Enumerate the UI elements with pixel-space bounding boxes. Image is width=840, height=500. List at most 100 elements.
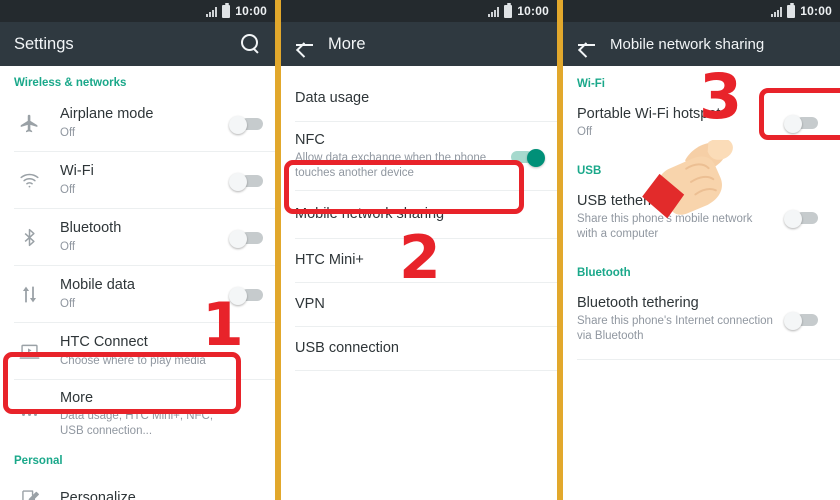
panel-mobile-network-sharing: 10:00 Mobile network sharing Wi-Fi Porta… xyxy=(563,0,840,500)
section-header-wireless: Wireless & networks xyxy=(14,77,127,89)
section-header-bluetooth: Bluetooth xyxy=(577,267,631,280)
mns-action-bar: Mobile network sharing xyxy=(563,22,840,66)
row-subtitle: Share this phone's mobile network with a… xyxy=(577,213,753,241)
panel-settings: 10:00 Settings Wireless & networks Airpl… xyxy=(0,0,275,500)
settings-row-more[interactable]: More Data usage, HTC Mini+, NFC, USB con… xyxy=(0,380,275,448)
section-header-personal: Personal xyxy=(14,455,63,467)
row-title: Personalize xyxy=(60,489,136,500)
more-row-data-usage[interactable]: Data usage xyxy=(281,75,557,121)
row-text: Wi-Fi Off xyxy=(44,153,221,206)
section-header-usb: USB xyxy=(577,165,602,178)
airplane-icon xyxy=(14,113,44,134)
more-dots-icon xyxy=(14,412,44,416)
row-title: HTC Mini+ xyxy=(295,252,364,269)
settings-row-htc-connect[interactable]: HTC Connect Choose where to play media xyxy=(0,323,275,379)
row-title: Airplane mode xyxy=(60,106,154,123)
battery-icon xyxy=(222,2,231,18)
back-arrow-icon[interactable] xyxy=(295,35,314,54)
row-subtitle: Off xyxy=(60,183,76,196)
status-bar: 10:00 xyxy=(563,0,840,22)
search-icon[interactable] xyxy=(241,34,261,54)
row-title: Wi-Fi xyxy=(60,163,94,180)
row-title: Mobile data xyxy=(60,277,135,294)
row-subtitle: Data usage, HTC Mini+, NFC, USB connecti… xyxy=(60,410,214,438)
back-arrow-icon[interactable] xyxy=(577,35,596,54)
htc-connect-icon xyxy=(14,341,44,362)
row-subtitle: Off xyxy=(60,297,76,310)
signal-bars-icon xyxy=(488,6,500,17)
row-text: Personalize xyxy=(44,480,263,500)
panel-more: 10:00 More Data usage NFC Allow data exc… xyxy=(281,0,557,500)
more-row-nfc[interactable]: NFC Allow data exchange when the phone t… xyxy=(281,122,557,190)
row-text: Mobile network sharing xyxy=(295,196,545,232)
settings-row-bluetooth[interactable]: Bluetooth Off xyxy=(0,209,275,265)
row-title: HTC Connect xyxy=(60,334,148,351)
row-text: Mobile data Off xyxy=(44,267,221,320)
settings-row-mobile-data[interactable]: Mobile data Off xyxy=(0,266,275,322)
row-title: Data usage xyxy=(295,89,370,106)
toggle-wifi[interactable] xyxy=(229,172,263,191)
row-title: Bluetooth xyxy=(60,220,122,237)
row-text: Data usage xyxy=(295,80,545,116)
divider xyxy=(577,359,840,361)
toggle-airplane-mode[interactable] xyxy=(229,115,263,134)
settings-action-bar: Settings xyxy=(0,22,275,66)
more-row-usb-connection[interactable]: USB connection xyxy=(281,327,557,370)
status-time: 10:00 xyxy=(517,4,549,18)
row-subtitle: Share this phone's Internet connection v… xyxy=(577,315,773,343)
row-text: NFC Allow data exchange when the phone t… xyxy=(295,122,503,190)
page-title: Settings xyxy=(14,34,74,53)
toggle-portable-wifi-hotspot[interactable] xyxy=(784,115,818,134)
status-bar: 10:00 xyxy=(281,0,557,22)
bluetooth-icon xyxy=(14,227,44,248)
toggle-bluetooth[interactable] xyxy=(229,229,263,248)
status-bar: 10:00 xyxy=(0,0,275,22)
mns-row-usb-tethering[interactable]: USB tethering Share this phone's mobile … xyxy=(563,183,840,251)
row-title: Bluetooth tethering xyxy=(577,295,699,312)
row-text: Portable Wi-Fi hotspot Off xyxy=(577,96,776,149)
row-subtitle: Off xyxy=(577,126,593,139)
row-text: HTC Mini+ xyxy=(295,242,545,278)
settings-row-airplane-mode[interactable]: Airplane mode Off xyxy=(0,95,275,151)
toggle-usb-tethering[interactable] xyxy=(784,209,818,228)
page-title: More xyxy=(328,34,366,53)
more-list: Data usage NFC Allow data exchange when … xyxy=(281,66,557,371)
row-text: Airplane mode Off xyxy=(44,96,221,149)
row-title: USB tethering xyxy=(577,193,668,210)
toggle-nfc[interactable] xyxy=(511,148,545,167)
personalize-icon xyxy=(14,488,44,500)
mns-row-bluetooth-tethering[interactable]: Bluetooth tethering Share this phone's I… xyxy=(563,285,840,353)
row-subtitle: Choose where to play media xyxy=(60,354,206,367)
section-header-wifi: Wi-Fi xyxy=(577,78,605,90)
row-subtitle: Off xyxy=(60,126,76,139)
row-text: HTC Connect Choose where to play media xyxy=(44,324,263,377)
row-title: VPN xyxy=(295,296,325,313)
row-text: Bluetooth Off xyxy=(44,210,221,263)
row-text: Bluetooth tethering Share this phone's I… xyxy=(577,285,776,353)
row-title: Portable Wi-Fi hotspot xyxy=(577,106,721,122)
page-title: Mobile network sharing xyxy=(610,35,765,53)
battery-icon xyxy=(787,2,796,18)
more-row-mobile-network-sharing[interactable]: Mobile network sharing xyxy=(281,191,557,238)
settings-row-personalize[interactable]: Personalize xyxy=(0,473,275,500)
row-subtitle: Off xyxy=(60,240,76,253)
toggle-bluetooth-tethering[interactable] xyxy=(784,311,818,330)
mns-row-portable-hotspot[interactable]: Portable Wi-Fi hotspot Off xyxy=(563,96,840,149)
three-panel-tutorial: 10:00 Settings Wireless & networks Airpl… xyxy=(0,0,840,500)
status-time: 10:00 xyxy=(800,4,832,18)
divider xyxy=(295,370,557,371)
more-row-vpn[interactable]: VPN xyxy=(281,283,557,326)
row-text: USB connection xyxy=(295,330,545,366)
row-subtitle: Allow data exchange when the phone touch… xyxy=(295,152,487,180)
row-text: VPN xyxy=(295,286,545,322)
signal-bars-icon xyxy=(206,6,218,17)
mobile-data-icon xyxy=(14,284,44,305)
row-title: Mobile network sharing xyxy=(295,206,445,223)
settings-list: Wireless & networks Airplane mode Off Wi… xyxy=(0,66,275,500)
toggle-mobile-data[interactable] xyxy=(229,286,263,305)
battery-icon xyxy=(504,2,513,18)
status-time: 10:00 xyxy=(235,4,267,18)
more-row-htc-mini-plus[interactable]: HTC Mini+ xyxy=(281,239,557,282)
settings-row-wifi[interactable]: Wi-Fi Off xyxy=(0,152,275,208)
signal-bars-icon xyxy=(771,6,783,17)
